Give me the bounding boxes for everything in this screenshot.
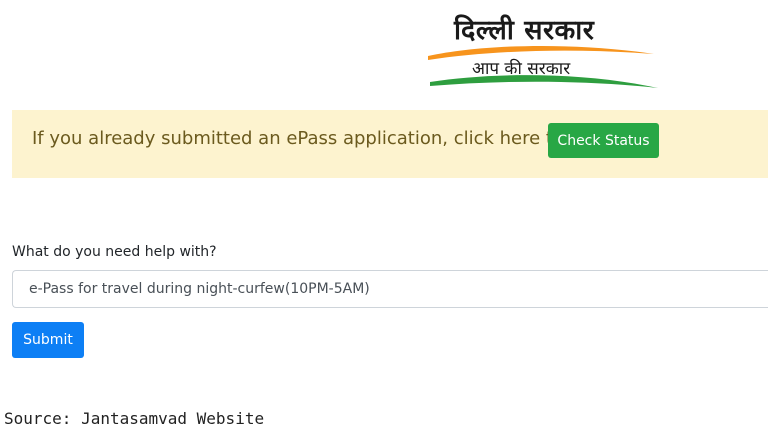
status-alert-banner: If you already submitted an ePass applic… [12, 110, 768, 178]
source-caption: Source: Jantasamvad Website [4, 409, 265, 428]
help-question-label: What do you need help with? [12, 244, 217, 260]
help-topic-select[interactable]: e-Pass for travel during night-curfew(10… [12, 270, 768, 308]
selected-option: e-Pass for travel during night-curfew(10… [29, 281, 370, 297]
submit-button[interactable]: Submit [12, 322, 84, 358]
delhi-sarkar-logo: दिल्ली सरकार आप की सरकार [424, 6, 660, 92]
check-status-button[interactable]: Check Status [548, 123, 659, 158]
logo-tagline: आप की सरकार [472, 59, 571, 79]
alert-message: If you already submitted an ePass applic… [32, 128, 565, 149]
